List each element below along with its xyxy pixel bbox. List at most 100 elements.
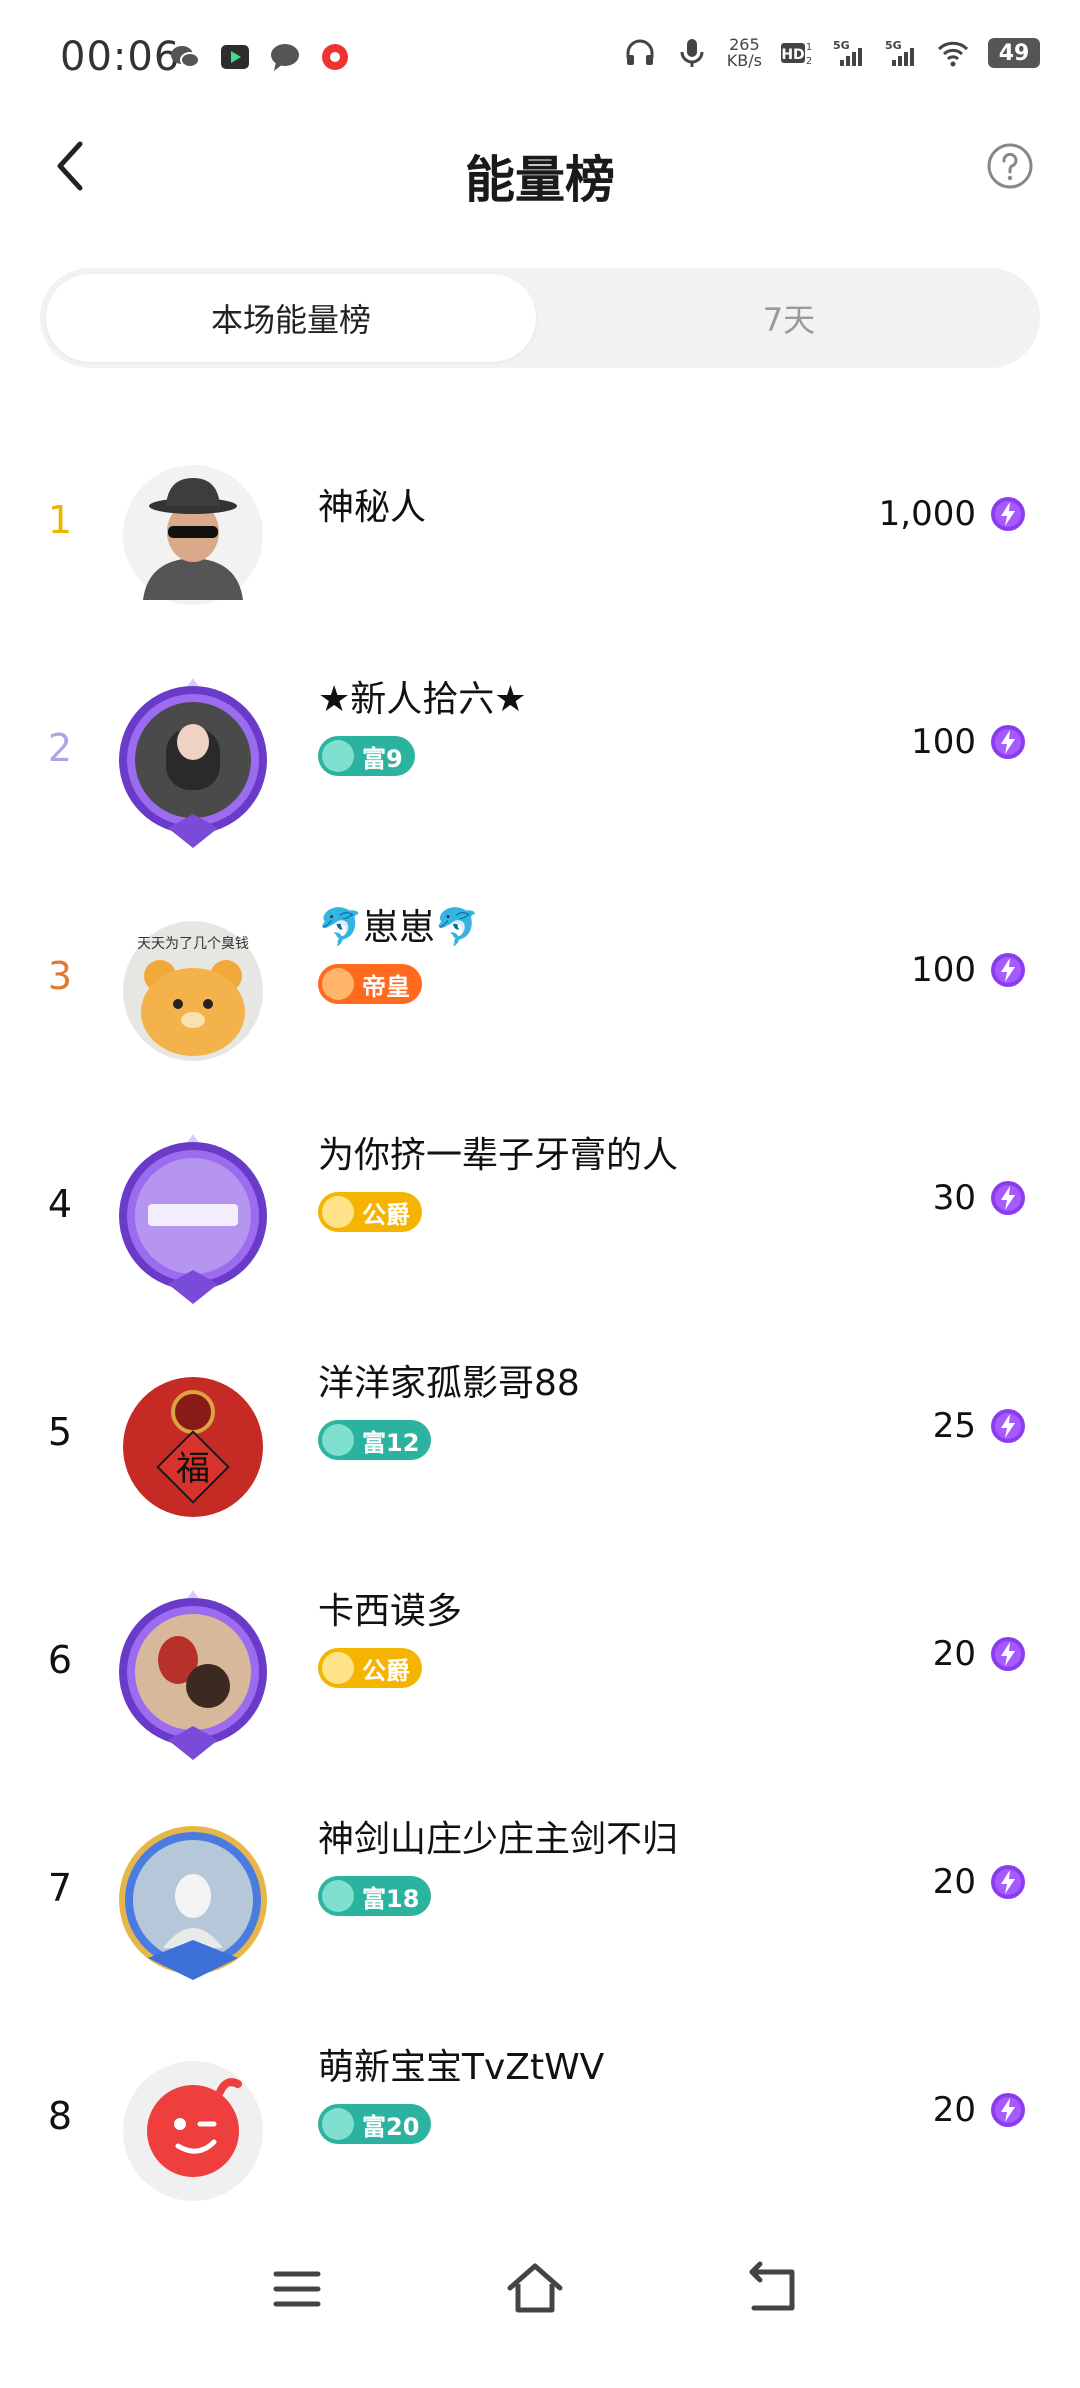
back-icon[interactable] xyxy=(738,2254,808,2324)
page-title: 能量榜 xyxy=(465,151,615,209)
svg-text:1: 1 xyxy=(806,42,812,53)
rank-number: 4 xyxy=(47,1182,73,1226)
energy-icon xyxy=(991,1637,1025,1671)
tab-current-session[interactable]: 本场能量榜 xyxy=(46,274,536,362)
duke-badge-icon xyxy=(322,1652,354,1684)
wealth-level-badge: 富9 xyxy=(318,736,415,776)
user-name: ★新人拾六★ xyxy=(318,679,527,720)
user-name-text: 崽崽 xyxy=(362,907,435,948)
list-item[interactable]: 5 福 洋洋家孤影哥88 富12 25 xyxy=(0,1332,1080,1532)
energy-icon xyxy=(991,1181,1025,1215)
list-item[interactable]: 3 天天为了几个臭钱 🐬崽崽🐬 帝皇 100 xyxy=(0,876,1080,1076)
svg-text:HD: HD xyxy=(781,47,804,63)
user-name: 🐬崽崽🐬 xyxy=(318,898,480,950)
wink-avatar-icon xyxy=(123,2061,263,2201)
network-speed-unit: KB/s xyxy=(726,51,762,70)
avatar[interactable] xyxy=(108,1590,278,1760)
energy-value: 100 xyxy=(911,722,1026,762)
avatar[interactable]: 福 xyxy=(108,1362,278,1532)
energy-value: 20 xyxy=(933,1634,1026,1674)
wifi-icon xyxy=(937,41,969,67)
status-system-icons: 265 KB/s HD 1 2 5G 5G 49 xyxy=(623,36,1040,70)
user-name: 为你挤一辈子牙膏的人 xyxy=(318,1135,679,1176)
list-item[interactable]: 8 萌新宝宝TvZtWV 富20 20 xyxy=(0,2016,1080,2216)
frame-avatar-icon xyxy=(119,1134,267,1304)
avatar[interactable] xyxy=(108,678,278,848)
mystery-avatar-icon xyxy=(123,465,263,605)
rank-number: 5 xyxy=(47,1410,73,1454)
rank-number: 2 xyxy=(47,726,73,770)
wealth-badge-icon xyxy=(322,1424,354,1456)
wealth-badge-icon xyxy=(322,740,354,772)
video-app-icon xyxy=(221,45,249,69)
energy-icon xyxy=(991,2093,1025,2127)
user-name: 萌新宝宝TvZtWV xyxy=(318,2047,605,2088)
emperor-badge: 帝皇 xyxy=(318,964,422,1004)
duke-badge: 公爵 xyxy=(318,1192,422,1232)
energy-value: 20 xyxy=(933,1862,1026,1902)
blue-frame-avatar-icon xyxy=(119,1826,267,1980)
avatar[interactable] xyxy=(108,1134,278,1304)
menu-icon[interactable] xyxy=(262,2254,332,2324)
microphone-icon xyxy=(680,39,704,67)
user-name: 卡西谟多 xyxy=(318,1591,463,1632)
list-item[interactable]: 4 为你挤一辈子牙膏的人 公爵 30 xyxy=(0,1104,1080,1304)
svg-text:福: 福 xyxy=(176,1449,210,1489)
bear-avatar-icon: 天天为了几个臭钱 xyxy=(123,921,263,1061)
tab-7-days[interactable]: 7天 xyxy=(544,274,1034,362)
status-time: 00:06 xyxy=(60,34,181,80)
energy-amount: 25 xyxy=(932,1406,976,1446)
status-notification-icons xyxy=(168,40,352,74)
record-icon xyxy=(322,44,348,70)
energy-amount: 30 xyxy=(932,1178,976,1218)
list-item[interactable]: 2 ★新人拾六★ 富9 100 xyxy=(0,648,1080,848)
list-item[interactable]: 7 神剑山庄少庄主剑不归 富18 20 xyxy=(0,1788,1080,1988)
avatar[interactable]: 天天为了几个臭钱 xyxy=(108,906,278,1076)
tab-bar: 本场能量榜 7天 xyxy=(40,268,1040,368)
badge-label: 富12 xyxy=(362,1428,420,1457)
wealth-level-badge: 富20 xyxy=(318,2104,432,2144)
energy-amount: 100 xyxy=(911,950,976,990)
energy-value: 30 xyxy=(933,1178,1026,1218)
energy-amount: 20 xyxy=(932,1634,976,1674)
wealth-level-badge: 富12 xyxy=(318,1420,432,1460)
badge-label: 富9 xyxy=(362,744,403,773)
network-speed: 265 KB/s xyxy=(727,37,762,69)
svg-text:5G: 5G xyxy=(885,39,902,52)
energy-value: 100 xyxy=(911,950,1026,990)
energy-icon xyxy=(991,1409,1025,1443)
energy-value: 25 xyxy=(933,1406,1026,1446)
energy-value: 20 xyxy=(933,2090,1026,2130)
rank-number: 3 xyxy=(47,954,73,998)
avatar[interactable] xyxy=(108,1818,278,1988)
energy-amount: 100 xyxy=(911,722,976,762)
energy-icon xyxy=(991,1865,1025,1899)
badge-label: 公爵 xyxy=(362,1200,410,1229)
message-icon xyxy=(271,44,299,71)
user-name: 洋洋家孤影哥88 xyxy=(318,1363,580,1404)
avatar[interactable] xyxy=(108,2046,278,2216)
svg-text:天天为了几个臭钱: 天天为了几个臭钱 xyxy=(137,936,249,952)
svg-text:2: 2 xyxy=(806,56,812,67)
energy-icon xyxy=(991,953,1025,987)
signal-icon-2: 5G xyxy=(885,39,914,66)
user-name: 神剑山庄少庄主剑不归 xyxy=(318,1819,679,1860)
list-item[interactable]: 1 神秘人 1,000 xyxy=(0,420,1080,620)
rank-number: 8 xyxy=(47,2094,73,2138)
energy-icon xyxy=(991,725,1025,759)
emperor-badge-icon xyxy=(322,968,354,1000)
avatar[interactable] xyxy=(108,450,278,620)
wechat-icon xyxy=(171,46,200,68)
user-name: 神秘人 xyxy=(318,487,427,528)
fu-avatar-icon: 福 xyxy=(123,1377,263,1517)
energy-icon xyxy=(991,497,1025,531)
energy-amount: 20 xyxy=(932,1862,976,1902)
wealth-badge-icon xyxy=(322,1880,354,1912)
help-icon[interactable] xyxy=(986,142,1034,190)
home-icon[interactable] xyxy=(500,2254,570,2324)
list-item[interactable]: 6 卡西谟多 公爵 20 xyxy=(0,1560,1080,1760)
wealth-level-badge: 富18 xyxy=(318,1876,432,1916)
hd-call-icon: HD 1 2 xyxy=(781,42,812,67)
system-navigation-bar xyxy=(0,2230,1080,2350)
duke-badge-icon xyxy=(322,1196,354,1228)
